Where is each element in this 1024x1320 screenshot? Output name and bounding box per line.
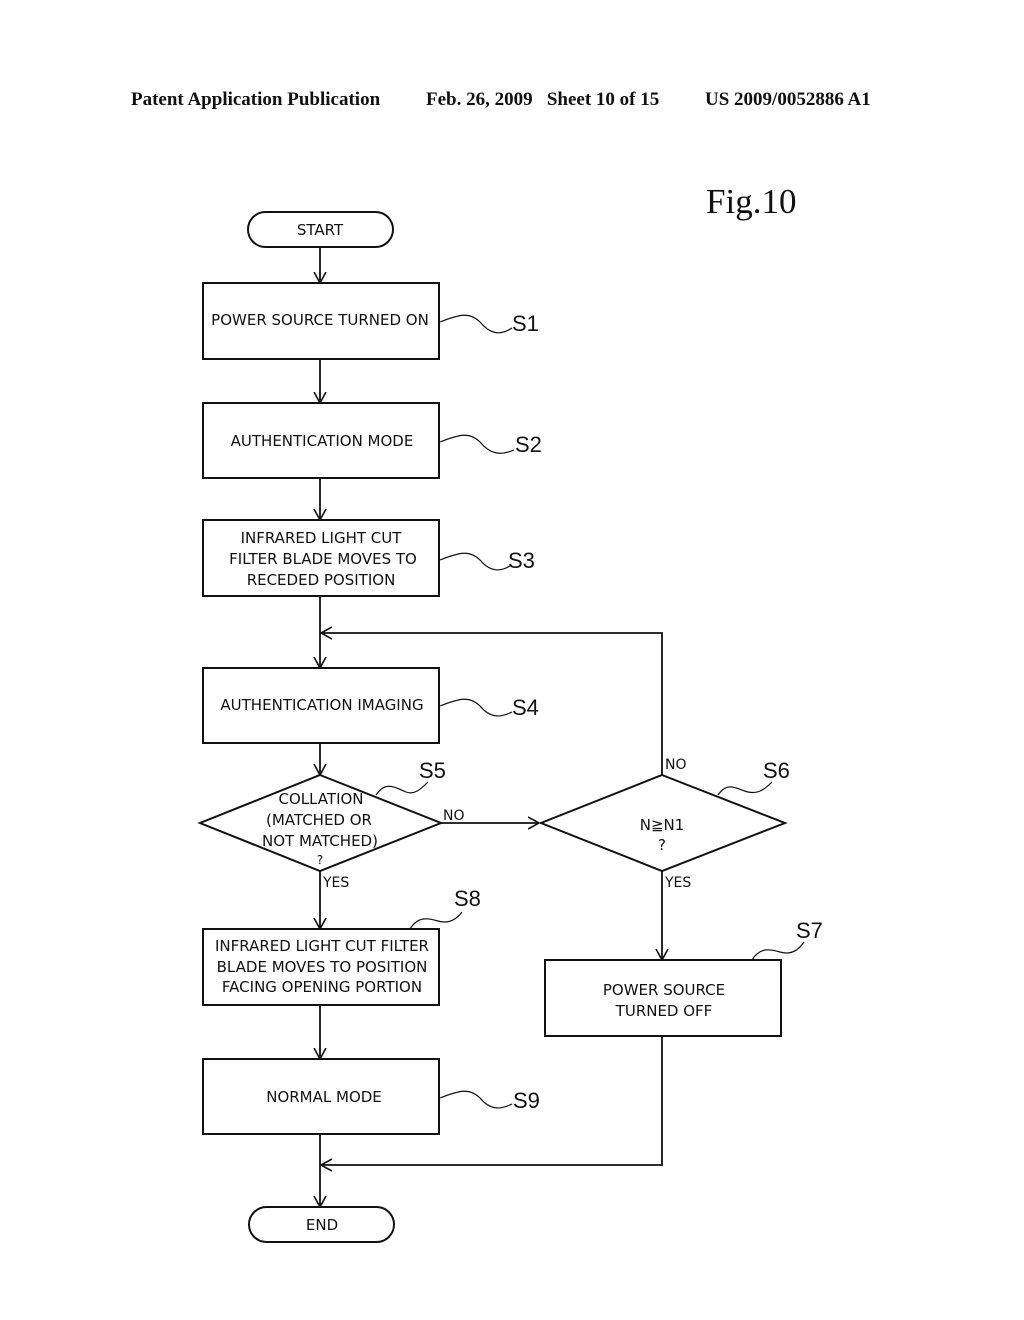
- s8-text-line2: BLADE MOVES TO POSITION: [217, 958, 428, 976]
- s7-text-line2: TURNED OFF: [615, 1002, 713, 1020]
- s5-text-line2: (MATCHED OR: [266, 811, 372, 829]
- s3-text-line2: FILTER BLADE MOVES TO: [229, 550, 417, 568]
- s5-step-id: S5: [419, 758, 446, 783]
- s9-text: NORMAL MODE: [266, 1088, 382, 1106]
- s2-leader: [439, 434, 515, 454]
- step-s8-box: INFRARED LIGHT CUT FILTER BLADE MOVES TO…: [202, 928, 440, 1006]
- s6-step-id: S6: [763, 758, 790, 783]
- decision-s5: COLLATION (MATCHED OR NOT MATCHED) ?: [197, 773, 444, 873]
- s1-step-id: S1: [512, 311, 539, 336]
- s5-yes-label: YES: [322, 875, 349, 891]
- decision-s6: N≧N1 ?: [538, 773, 788, 873]
- s8-step-id: S8: [454, 886, 481, 911]
- s5-no-label: NO: [443, 808, 465, 824]
- step-s2-box: AUTHENTICATION MODE: [202, 402, 440, 479]
- end-terminal: END: [248, 1206, 395, 1243]
- s3-leader: [439, 552, 511, 571]
- s6-no-label: NO: [665, 757, 687, 773]
- step-s9-box: NORMAL MODE: [202, 1058, 440, 1135]
- s7-leader: [751, 941, 805, 961]
- s4-step-id: S4: [512, 695, 539, 720]
- step-s4-box: AUTHENTICATION IMAGING: [202, 667, 440, 744]
- s5-text-line4: ?: [317, 853, 323, 867]
- s8-text-line1: INFRARED LIGHT CUT FILTER: [215, 937, 429, 955]
- s7-text-line1: POWER SOURCE: [603, 981, 725, 999]
- s9-leader: [439, 1090, 513, 1109]
- s5-leader: [375, 781, 429, 796]
- start-label: START: [297, 221, 344, 239]
- s6-leader: [717, 781, 773, 796]
- end-label: END: [306, 1216, 338, 1234]
- step-s1-box: POWER SOURCE TURNED ON: [202, 282, 440, 360]
- s2-step-id: S2: [515, 432, 542, 457]
- s6-text-line1: N≧N1: [640, 816, 685, 834]
- s1-text: POWER SOURCE TURNED ON: [211, 311, 429, 329]
- s9-step-id: S9: [513, 1088, 540, 1113]
- s3-text-line3: RECEDED POSITION: [247, 571, 396, 589]
- s3-text-line1: INFRARED LIGHT CUT: [241, 529, 403, 547]
- s1-leader: [439, 314, 513, 334]
- s6-text-line2: ?: [658, 836, 666, 854]
- step-s3-box: INFRARED LIGHT CUT FILTER BLADE MOVES TO…: [202, 519, 440, 597]
- step-s7-box: POWER SOURCE TURNED OFF: [544, 959, 782, 1037]
- s3-step-id: S3: [508, 548, 535, 573]
- s5-text-line3: NOT MATCHED): [262, 832, 378, 850]
- s6-yes-label: YES: [664, 875, 691, 891]
- flowchart: START POWER SOURCE TURNED ON S1 AUTHENTI…: [197, 211, 823, 1243]
- s7-step-id: S7: [796, 918, 823, 943]
- s4-text: AUTHENTICATION IMAGING: [220, 696, 423, 714]
- s4-leader: [439, 698, 513, 717]
- s8-text-line3: FACING OPENING PORTION: [222, 978, 422, 996]
- s5-text-line1: COLLATION: [278, 790, 363, 808]
- s2-text: AUTHENTICATION MODE: [231, 432, 414, 450]
- start-terminal: START: [247, 211, 394, 248]
- s8-leader: [409, 911, 463, 930]
